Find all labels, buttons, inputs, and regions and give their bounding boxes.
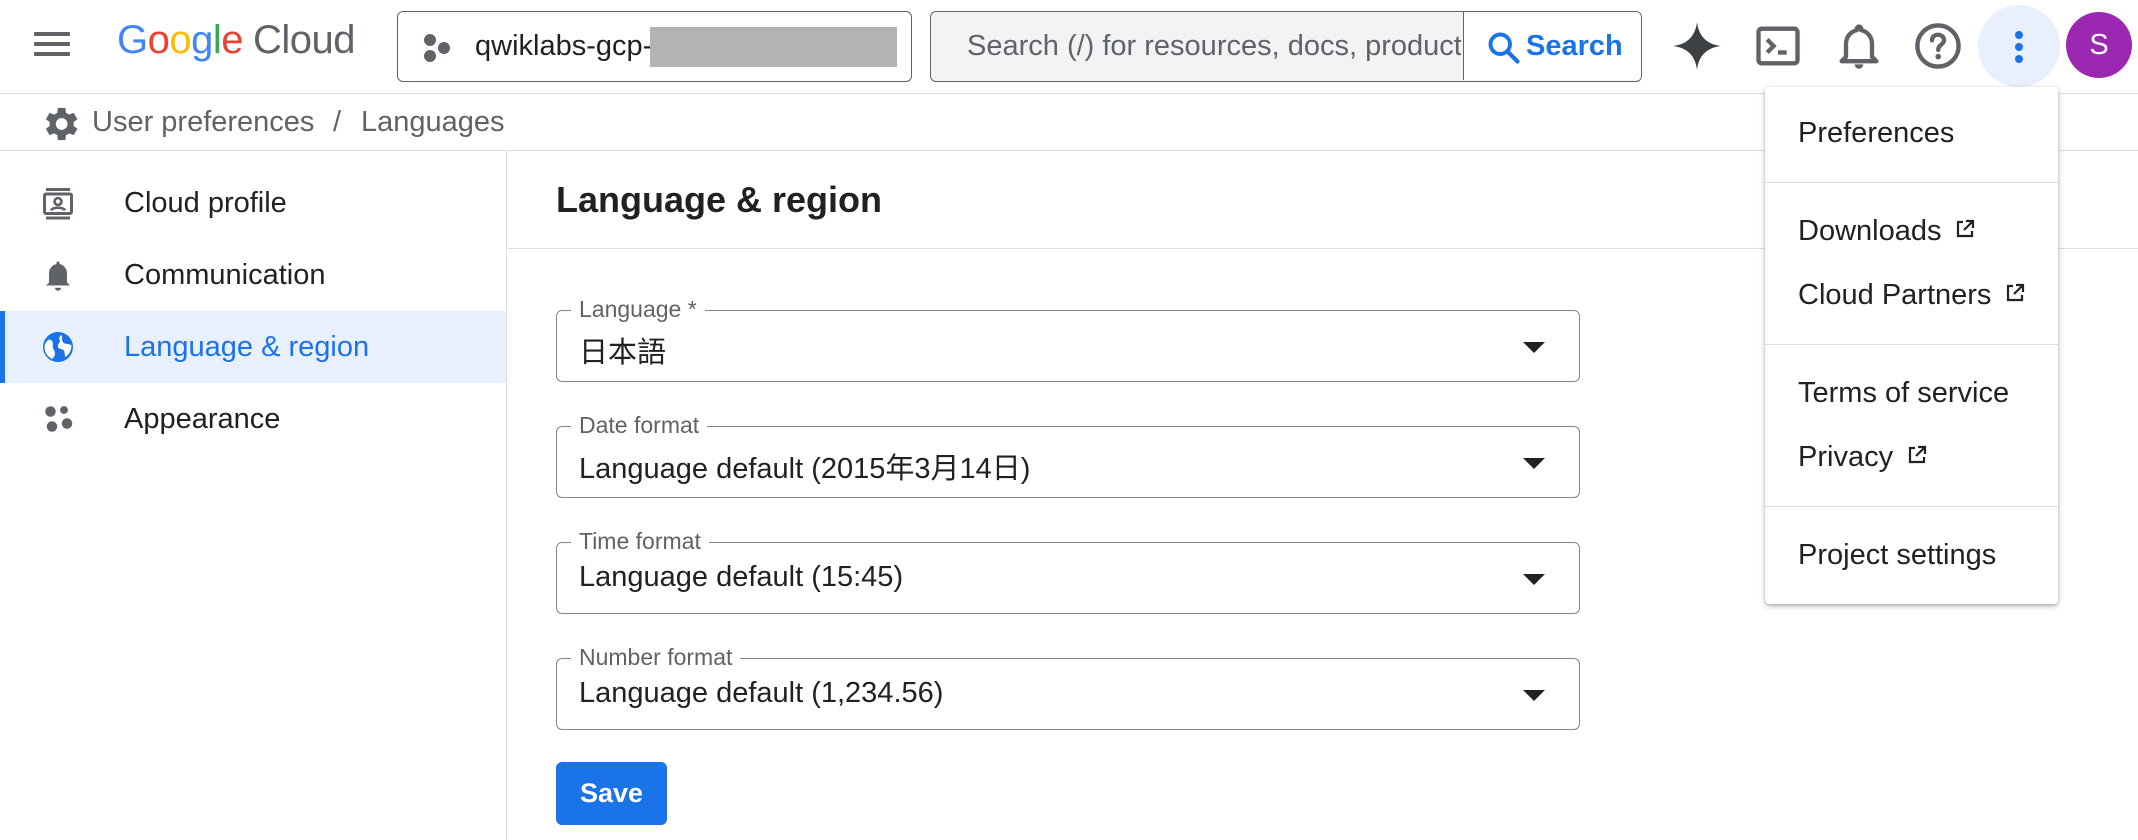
- external-link-icon: [1957, 220, 1975, 238]
- project-hexagons-icon: [424, 34, 454, 62]
- dropdown-arrow-icon: [1523, 690, 1545, 701]
- external-link-icon: [2007, 284, 2025, 302]
- sidebar-item-cloud-profile[interactable]: Cloud profile: [0, 167, 506, 239]
- breadcrumb-languages: Languages: [361, 106, 505, 138]
- menu-divider: [1765, 182, 2058, 183]
- hamburger-icon-line: [34, 42, 70, 46]
- sidebar-item-appearance[interactable]: Appearance: [0, 383, 506, 455]
- breadcrumb-user-preferences[interactable]: User preferences: [92, 106, 314, 139]
- date-format-value: Language default (2015年3月14日): [579, 453, 1031, 485]
- hamburger-icon-line: [34, 52, 70, 56]
- time-format-value: Language default (15:45): [579, 561, 904, 593]
- number-format-select[interactable]: Number format Language default (1,234.56…: [556, 644, 1580, 730]
- sidebar-item-label: Communication: [124, 259, 326, 291]
- menu-item-label: Downloads: [1798, 215, 1942, 247]
- search-input[interactable]: [931, 12, 1461, 80]
- hamburger-icon: [34, 32, 70, 36]
- search-button[interactable]: Search: [1463, 12, 1641, 80]
- logo-cloud-word: Cloud: [253, 18, 356, 62]
- project-icon-dot: [424, 34, 436, 46]
- notifications-bell-icon[interactable]: [1833, 20, 1885, 72]
- number-format-value: Language default (1,234.56): [579, 677, 944, 709]
- menu-item-project-settings[interactable]: Project settings: [1765, 525, 2058, 585]
- logo-letter: g: [191, 18, 213, 62]
- more-options-button[interactable]: [1978, 5, 2060, 87]
- more-vert-dot: [2015, 31, 2023, 39]
- profile-card-icon: [43, 188, 73, 220]
- external-link-icon: [1908, 446, 1927, 464]
- menu-item-cloud-partners[interactable]: Cloud Partners: [1765, 265, 2058, 325]
- logo-letter: o: [169, 18, 192, 62]
- menu-item-terms-of-service[interactable]: Terms of service: [1765, 363, 2058, 423]
- more-vert-dot: [2015, 55, 2023, 63]
- time-format-label: Time format: [571, 528, 709, 555]
- menu-divider: [1765, 344, 2058, 345]
- top-bar: Google Cloud qwiklabs-gcp- Search (/) fo…: [0, 0, 2138, 94]
- breadcrumb-separator: /: [333, 106, 342, 138]
- sidebar-item-communication[interactable]: Communication: [0, 239, 506, 311]
- logo-letter: l: [212, 18, 222, 62]
- date-format-label: Date format: [571, 412, 708, 439]
- project-icon-dot: [424, 50, 436, 62]
- dropdown-arrow-icon: [1523, 574, 1545, 585]
- menu-item-label: Terms of service: [1798, 377, 2010, 409]
- help-question-icon[interactable]: [1912, 20, 1964, 72]
- logo-letter: G: [117, 18, 148, 62]
- sidebar-item-label: Cloud profile: [124, 187, 287, 219]
- menu-item-downloads[interactable]: Downloads: [1765, 201, 2058, 261]
- page-title: Language & region: [556, 179, 883, 220]
- sidebar-item-label: Appearance: [124, 403, 281, 435]
- settings-gear-icon: [45, 107, 78, 141]
- project-picker[interactable]: qwiklabs-gcp-: [397, 11, 912, 82]
- sidebar-item-language-region[interactable]: Language & region: [0, 311, 506, 383]
- search-icon: [1488, 32, 1520, 64]
- language-select-label: Language *: [571, 296, 705, 323]
- sidebar-item-label: Language & region: [124, 331, 370, 363]
- project-name: qwiklabs-gcp-: [475, 30, 653, 62]
- dropdown-arrow-icon: [1523, 342, 1545, 353]
- logo-letter: o: [147, 18, 170, 62]
- time-format-select[interactable]: Time format Language default (15:45): [556, 528, 1580, 614]
- dropdown-arrow-icon: [1523, 458, 1545, 469]
- more-vert-dot: [2015, 43, 2023, 51]
- menu-item-label: Privacy: [1798, 441, 1894, 473]
- project-icon-dot: [438, 42, 450, 54]
- search-button-label: Search: [1526, 30, 1623, 62]
- cloud-shell-terminal-icon[interactable]: [1752, 20, 1804, 72]
- save-button[interactable]: Save: [556, 762, 667, 825]
- date-format-select[interactable]: Date format Language default (2015年3月14日…: [556, 412, 1580, 498]
- main-menu-button[interactable]: [28, 26, 76, 66]
- preferences-sidebar: Cloud profile Communication Language & r…: [0, 151, 507, 840]
- menu-item-label: Project settings: [1798, 539, 1997, 571]
- menu-item-label: Preferences: [1798, 117, 1955, 149]
- globe-icon: [43, 332, 73, 362]
- menu-item-label-wrap: Cloud Partners: [1798, 279, 2027, 312]
- account-avatar[interactable]: S: [2066, 12, 2132, 78]
- language-select[interactable]: Language * 日本語: [556, 296, 1580, 382]
- menu-item-label-wrap: Privacy: [1798, 441, 1929, 474]
- menu-item-label: Cloud Partners: [1798, 279, 1992, 311]
- more-options-menu: Preferences Downloads Cloud Partners Ter…: [1765, 87, 2058, 604]
- menu-divider: [1765, 506, 2058, 507]
- palette-icon: [45, 406, 73, 432]
- gemini-sparkle-icon[interactable]: [1671, 20, 1723, 72]
- menu-item-label-wrap: Downloads: [1798, 215, 1977, 248]
- search-bar: Search: [930, 11, 1642, 82]
- menu-item-privacy[interactable]: Privacy: [1765, 427, 2058, 487]
- menu-item-preferences[interactable]: Preferences: [1765, 103, 2058, 163]
- logo-letter: e: [221, 18, 244, 62]
- number-format-label: Number format: [571, 644, 741, 671]
- language-select-value: 日本語: [579, 337, 667, 369]
- redacted-project-id: [650, 27, 897, 67]
- bell-icon: [46, 261, 70, 291]
- google-cloud-logo[interactable]: Google Cloud: [117, 18, 356, 63]
